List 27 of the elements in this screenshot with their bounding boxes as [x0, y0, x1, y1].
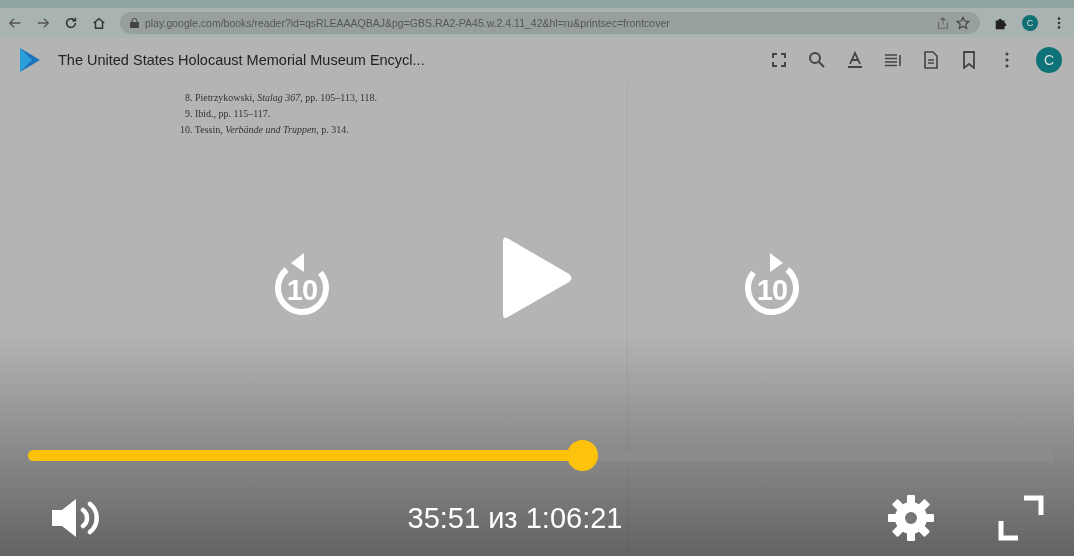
- play-books-logo-icon: [18, 47, 42, 73]
- reload-icon[interactable]: [64, 16, 78, 30]
- list-icon[interactable]: [884, 51, 902, 69]
- footnote: 10. Tessin, Verbände und Truppen, p. 314.: [180, 123, 350, 137]
- star-icon[interactable]: [956, 16, 970, 30]
- fullscreen-icon[interactable]: [998, 495, 1044, 541]
- bookmark-icon[interactable]: [960, 51, 978, 69]
- footnote: 8. Pietrzykowski, Stalag 367, pp. 105–113, 118.: [184, 91, 379, 105]
- playback-time: 35:51 из 1:06:21: [406, 501, 624, 535]
- profile-avatar[interactable]: C: [1022, 15, 1038, 31]
- footnote: 9. Ibid., pp. 115–117.: [184, 107, 272, 121]
- fullscreen-icon[interactable]: [770, 51, 788, 69]
- forward-button[interactable]: 10: [735, 250, 809, 324]
- book-title: The United States Holocaust Memorial Museum Encycl...: [58, 52, 426, 68]
- replay-button[interactable]: 10: [265, 250, 339, 324]
- document-icon[interactable]: [922, 51, 940, 69]
- forward-icon[interactable]: [36, 16, 50, 30]
- text-format-icon[interactable]: [846, 51, 864, 69]
- slider-thumb[interactable]: [567, 440, 599, 471]
- lock-icon: [130, 18, 139, 28]
- search-icon[interactable]: [808, 51, 826, 69]
- back-icon[interactable]: [8, 16, 22, 30]
- home-icon[interactable]: [92, 16, 106, 30]
- puzzle-piece-icon[interactable]: [994, 16, 1008, 30]
- settings-icon[interactable]: [886, 493, 936, 543]
- address-bar[interactable]: play.google.com/books/reader?id=qsRLEAAAQBAJ&pg=GBS.RA2-PA45.w.2.4.11_42&hl=ru&printsec=frontcover: [120, 12, 980, 34]
- account-avatar[interactable]: C: [1036, 47, 1062, 73]
